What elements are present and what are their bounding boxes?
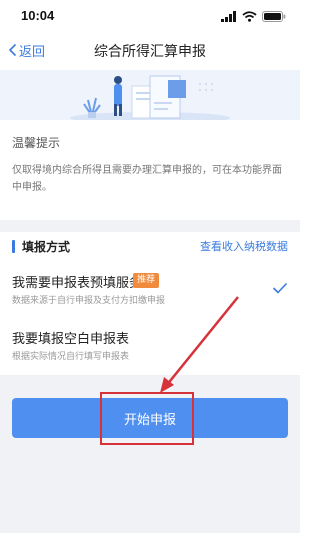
document-illustration xyxy=(131,75,186,119)
section-accent-bar xyxy=(12,240,15,253)
option-blank-form[interactable]: 我要填报空白申报表 根据实际情况自行填写申报表 xyxy=(0,322,300,372)
page-title: 综合所得汇算申报 xyxy=(94,44,206,60)
tip-section: 温馨提示 仅取得境内综合所得且需要办理汇算申报的，可在本功能界面中申报。 xyxy=(0,120,300,220)
section-divider xyxy=(0,220,300,232)
tip-title: 温馨提示 xyxy=(12,136,61,150)
method-title: 填报方式 xyxy=(22,240,71,254)
nav-bar: 返回 综合所得汇算申报 xyxy=(0,30,300,70)
status-bar: 10:04 xyxy=(0,0,300,30)
option-description: 数据来源于自行申报及支付方扣缴申报 xyxy=(12,296,166,306)
option-description: 根据实际情况自行填写申报表 xyxy=(12,352,130,362)
battery-icon xyxy=(262,10,286,22)
dot-pattern xyxy=(199,83,213,91)
annotation-highlight-box xyxy=(100,392,194,445)
tip-body: 仅取得境内综合所得且需要办理汇算申报的，可在本功能界面中申报。 xyxy=(12,165,282,193)
method-section: 填报方式 查看收入纳税数据 我需要申报表预填服务 推荐 数据来源于自行申报及支付… xyxy=(0,232,300,375)
view-income-tax-data-link[interactable]: 查看收入纳税数据 xyxy=(200,238,288,254)
checkmark-icon xyxy=(272,282,288,294)
status-time: 10:04 xyxy=(21,8,55,23)
option-title: 我要填报空白申报表 xyxy=(12,332,130,347)
option-title: 我需要申报表预填服务 xyxy=(12,276,143,291)
option-prefill-service[interactable]: 我需要申报表预填服务 推荐 数据来源于自行申报及支付方扣缴申报 xyxy=(0,267,300,317)
signal-icon xyxy=(221,10,236,22)
banner-illustration xyxy=(0,70,300,120)
wifi-icon xyxy=(242,10,257,22)
status-icons xyxy=(221,10,286,22)
recommended-badge: 推荐 xyxy=(133,273,160,288)
person-illustration xyxy=(114,76,122,116)
